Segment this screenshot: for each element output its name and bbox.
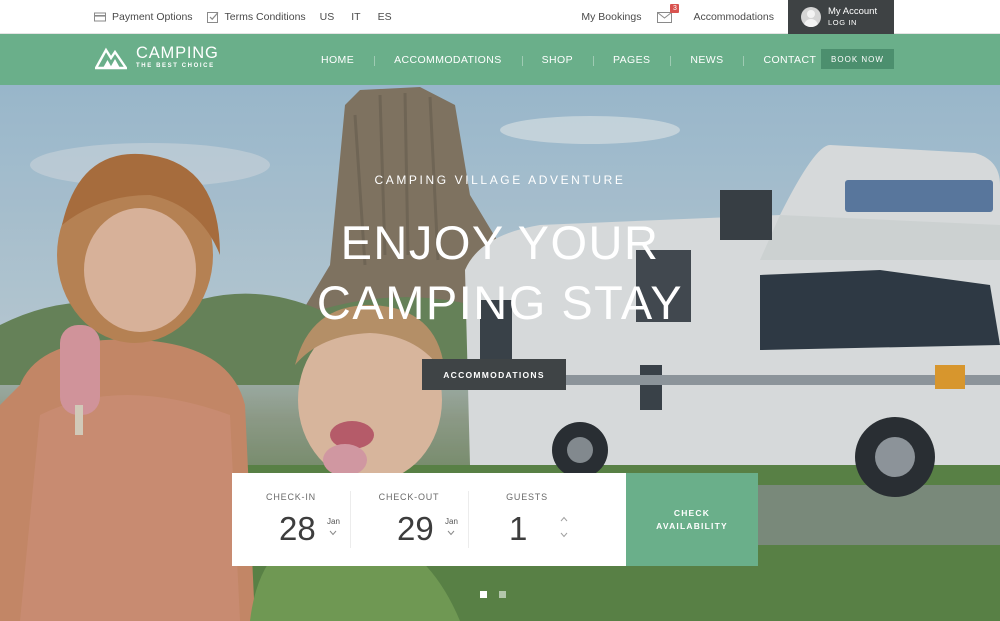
- account-title: My Account: [828, 6, 878, 17]
- check-label-line-2: AVAILABILITY: [656, 520, 728, 531]
- main-navigation: CAMPING THE BEST CHOICE HOME ACCOMMODATI…: [0, 34, 1000, 85]
- checkin-month: Jan: [327, 517, 340, 526]
- credit-card-icon: [94, 12, 106, 22]
- nav-item-news[interactable]: NEWS: [670, 54, 743, 66]
- terms-conditions-link[interactable]: Terms Conditions: [206, 11, 306, 23]
- top-bar-right: My Bookings 3 Accommodations: [581, 0, 774, 34]
- check-availability-button[interactable]: CHECK AVAILABILITY: [626, 473, 758, 566]
- top-utility-bar: Payment Options Terms Conditions US IT E…: [0, 0, 1000, 34]
- brand-name: CAMPING: [136, 44, 219, 62]
- check-availability-label: CHECK AVAILABILITY: [656, 507, 728, 533]
- checkin-label: CHECK-IN: [266, 492, 316, 502]
- language-es[interactable]: ES: [378, 11, 392, 23]
- guests-value: 1: [509, 510, 528, 547]
- payment-options-link[interactable]: Payment Options: [94, 11, 193, 23]
- checkout-day: 29: [397, 510, 434, 547]
- accommodations-button[interactable]: ACCOMMODATIONS: [422, 359, 566, 390]
- nav-item-accommodations[interactable]: ACCOMMODATIONS: [374, 54, 522, 66]
- language-it[interactable]: IT: [351, 11, 360, 23]
- accommodations-top-link[interactable]: Accommodations: [693, 11, 774, 23]
- mountain-logo-icon: [95, 47, 127, 70]
- terms-conditions-label: Terms Conditions: [224, 11, 306, 23]
- checkin-day: 28: [279, 510, 316, 547]
- payment-options-label: Payment Options: [112, 11, 193, 23]
- chevron-up-icon[interactable]: [560, 516, 568, 522]
- book-now-button[interactable]: BOOK NOW: [821, 49, 894, 69]
- booking-form: CHECK-IN 28 Jan CHECK-OUT 29 Jan GUESTS …: [232, 473, 758, 566]
- chevron-down-icon[interactable]: [447, 529, 455, 537]
- language-us[interactable]: US: [320, 11, 335, 23]
- user-avatar: [801, 7, 821, 27]
- guests-label: GUESTS: [506, 492, 548, 502]
- hero-title-line-1: ENJOY YOUR: [340, 216, 660, 269]
- nav-item-shop[interactable]: SHOP: [521, 54, 593, 66]
- login-label: LOG IN: [828, 18, 858, 27]
- nav-menu: HOME ACCOMMODATIONS SHOP PAGES NEWS CONT…: [301, 34, 836, 85]
- slide-dot-2[interactable]: [499, 591, 506, 598]
- nav-item-home[interactable]: HOME: [301, 54, 374, 66]
- top-bar-left: Payment Options Terms Conditions US IT E…: [94, 0, 409, 34]
- guests-field[interactable]: GUESTS 1: [468, 473, 586, 566]
- checkout-field[interactable]: CHECK-OUT 29 Jan: [350, 473, 468, 566]
- brand-tagline: THE BEST CHOICE: [136, 63, 215, 69]
- mail-count-badge: 3: [670, 4, 680, 13]
- hero-slider: CAMPING VILLAGE ADVENTURE ENJOY YOUR CAM…: [0, 85, 1000, 621]
- messages-button[interactable]: 3: [657, 4, 680, 24]
- checkin-field[interactable]: CHECK-IN 28 Jan: [232, 473, 350, 566]
- checkout-month: Jan: [445, 517, 458, 526]
- slider-pagination: [480, 591, 506, 598]
- site-logo[interactable]: CAMPING THE BEST CHOICE: [95, 45, 219, 71]
- checkbox-icon: [206, 12, 219, 23]
- chevron-down-icon[interactable]: [560, 532, 568, 538]
- my-bookings-link[interactable]: My Bookings: [581, 11, 641, 23]
- check-label-line-1: CHECK: [673, 507, 711, 518]
- nav-item-pages[interactable]: PAGES: [592, 54, 670, 66]
- checkout-label: CHECK-OUT: [378, 492, 440, 502]
- logo-text: CAMPING THE BEST CHOICE: [136, 45, 219, 71]
- chevron-down-icon[interactable]: [329, 529, 337, 537]
- hero-kicker: CAMPING VILLAGE ADVENTURE: [374, 173, 626, 187]
- my-account-button[interactable]: My Account LOG IN: [788, 0, 894, 34]
- slide-dot-1[interactable]: [480, 591, 487, 598]
- account-text: My Account LOG IN: [828, 6, 877, 28]
- hero-title: ENJOY YOUR CAMPING STAY: [0, 213, 1000, 333]
- hero-title-line-2: CAMPING STAY: [316, 276, 684, 329]
